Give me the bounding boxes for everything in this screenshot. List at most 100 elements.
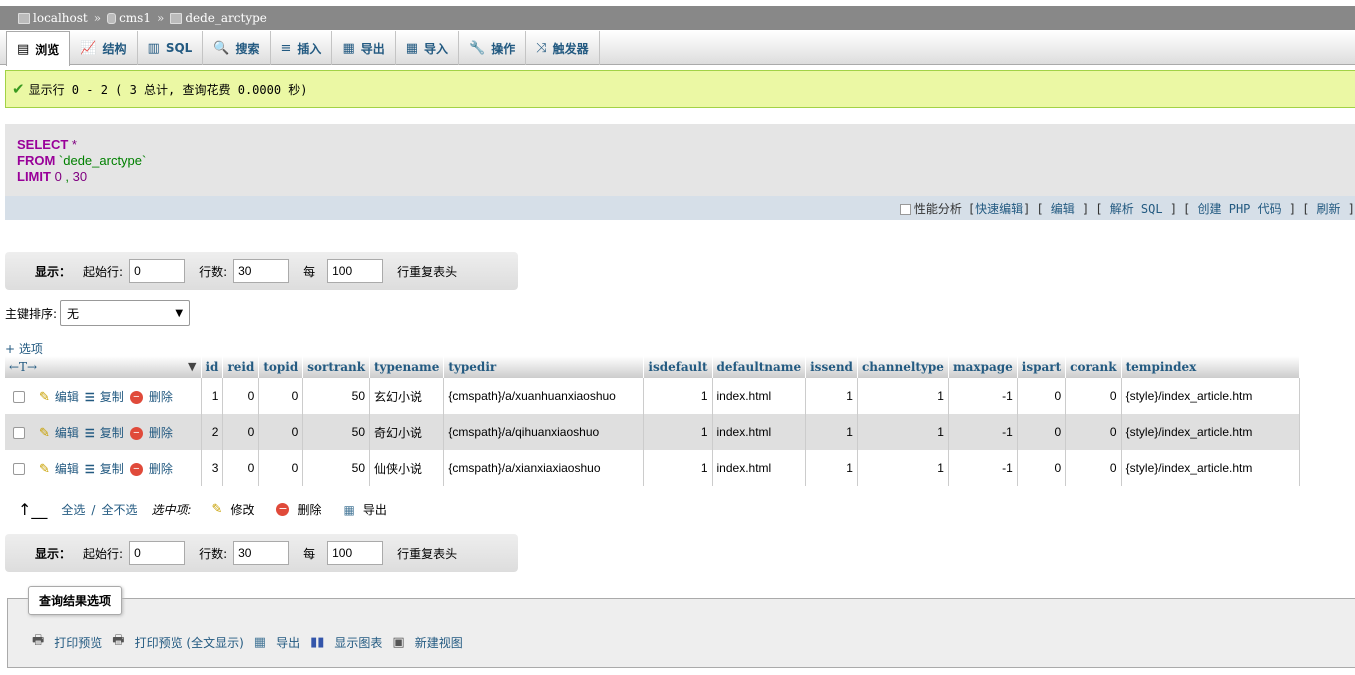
create-view-link[interactable]: ▣ 新建视图 — [392, 634, 462, 651]
table-cell-sortrank[interactable]: 50 — [302, 450, 371, 486]
table-cell-topid[interactable]: 0 — [258, 378, 304, 414]
export-link[interactable]: ▦ 导出 — [254, 634, 300, 651]
table-cell-ispart[interactable]: 0 — [1017, 450, 1067, 486]
table-cell-corank[interactable]: 0 — [1065, 378, 1122, 414]
table-cell-channeltype[interactable]: 1 — [857, 414, 949, 450]
table-cell-isdefault[interactable]: 1 — [643, 414, 713, 450]
table-row[interactable]: ✎ 编辑 ☰ 复制 − 删除 1 0 0 50 玄幻小说 {cmspath}/a/xuanhuanxi… — [5, 378, 1300, 414]
column-header[interactable]: tempindex — [1121, 356, 1300, 378]
table-cell-typename[interactable]: 玄幻小说 — [369, 378, 445, 414]
tab-triggers[interactable]: ⤨ 触发器 — [526, 31, 600, 65]
table-cell-issend[interactable]: 1 — [805, 450, 858, 486]
column-header[interactable]: topid — [258, 356, 304, 378]
profiling-checkbox[interactable]: 性能分析 — [899, 200, 962, 217]
print-view-link[interactable]: 🖶 打印预览 — [32, 631, 102, 653]
column-header[interactable]: defaultname — [712, 356, 807, 378]
table-cell-id[interactable]: 1 — [201, 378, 224, 414]
edit-link[interactable]: [ 编辑 ] — [1036, 200, 1089, 217]
table-cell-typedir[interactable]: {cmspath}/a/xuanhuanxiaoshuo — [443, 378, 645, 414]
table-cell-maxpage[interactable]: -1 — [948, 450, 1018, 486]
tab-insert[interactable]: ≡ 插入 — [271, 31, 333, 65]
delete-row-link[interactable]: 删除 — [149, 462, 173, 476]
table-cell-maxpage[interactable]: -1 — [948, 378, 1018, 414]
table-cell-isdefault[interactable]: 1 — [643, 378, 713, 414]
breadcrumb-table[interactable]: dede_arctype — [170, 11, 267, 25]
bulk-export-button[interactable]: ▦ 导出 — [343, 501, 386, 518]
copy-row-link[interactable]: 复制 — [100, 462, 124, 476]
copy-row-link[interactable]: 复制 — [100, 390, 124, 404]
table-row[interactable]: ✎ 编辑 ☰ 复制 − 删除 2 0 0 50 奇幻小说 {cmspath}/a/qihuanxiao… — [5, 414, 1300, 450]
column-resize-icon[interactable]: ←T→ — [9, 360, 37, 374]
copy-icon[interactable]: ☰ — [85, 428, 95, 440]
table-cell-typename[interactable]: 奇幻小说 — [369, 414, 445, 450]
display-chart-link[interactable]: ▮▮ 显示图表 — [310, 634, 382, 651]
row-count-input[interactable] — [233, 259, 290, 283]
table-cell-defaultname[interactable]: index.html — [712, 414, 807, 450]
tab-export[interactable]: ▦ 导出 — [332, 31, 396, 65]
breadcrumb-server[interactable]: localhost — [18, 11, 88, 25]
table-cell-sortrank[interactable]: 50 — [302, 378, 371, 414]
tab-search[interactable]: 🔍 搜索 — [203, 31, 271, 65]
table-cell-corank[interactable]: 0 — [1065, 414, 1122, 450]
table-cell-sortrank[interactable]: 50 — [302, 414, 371, 450]
sort-select[interactable]: 无 ▼ — [60, 300, 191, 326]
column-header[interactable]: issend — [805, 356, 858, 378]
table-cell-maxpage[interactable]: -1 — [948, 414, 1018, 450]
repeat-header-input[interactable] — [327, 259, 384, 283]
start-row-input[interactable] — [129, 541, 186, 565]
table-cell-id[interactable]: 2 — [201, 414, 224, 450]
table-cell-ispart[interactable]: 0 — [1017, 378, 1067, 414]
column-header[interactable]: reid — [222, 356, 260, 378]
inline-edit-link[interactable]: [快速编辑] — [968, 200, 1030, 217]
column-header[interactable]: sortrank — [302, 356, 371, 378]
table-cell-channeltype[interactable]: 1 — [857, 450, 949, 486]
sql-code[interactable]: SELECT * FROM `dede_arctype` LIMIT 0 , 3… — [5, 124, 1355, 198]
table-cell-defaultname[interactable]: index.html — [712, 378, 807, 414]
table-cell-reid[interactable]: 0 — [222, 450, 260, 486]
table-cell-typedir[interactable]: {cmspath}/a/xianxiaxiaoshuo — [443, 450, 645, 486]
row-checkbox[interactable] — [13, 427, 25, 440]
column-header[interactable]: channeltype — [857, 356, 949, 378]
copy-row-link[interactable]: 复制 — [100, 426, 124, 440]
copy-icon[interactable]: ☰ — [85, 392, 95, 404]
explain-sql-link[interactable]: [ 解析 SQL ] — [1095, 200, 1177, 217]
bulk-delete-button[interactable]: − 删除 — [276, 501, 321, 518]
refresh-link[interactable]: [ 刷新 ] — [1302, 200, 1355, 217]
column-header[interactable]: typedir — [443, 356, 645, 378]
delete-icon[interactable]: − — [129, 390, 143, 404]
checkbox-icon[interactable] — [899, 203, 911, 215]
column-header[interactable]: id — [201, 356, 224, 378]
delete-icon[interactable]: − — [129, 462, 143, 476]
unselect-all-link[interactable]: 全不选 — [101, 501, 137, 518]
column-header[interactable]: ispart — [1017, 356, 1067, 378]
table-row[interactable]: ✎ 编辑 ☰ 复制 − 删除 3 0 0 50 仙侠小说 {cmspath}/a/xianxiaxia… — [5, 450, 1300, 486]
column-header[interactable]: isdefault — [643, 356, 713, 378]
edit-row-link[interactable]: 编辑 — [55, 426, 79, 440]
row-checkbox[interactable] — [13, 391, 25, 404]
delete-row-link[interactable]: 删除 — [149, 426, 173, 440]
table-cell-ispart[interactable]: 0 — [1017, 414, 1067, 450]
table-cell-typedir[interactable]: {cmspath}/a/qihuanxiaoshuo — [443, 414, 645, 450]
column-header[interactable]: maxpage — [948, 356, 1018, 378]
table-cell-tempindex[interactable]: {style}/index_article.htm — [1121, 378, 1300, 414]
table-cell-isdefault[interactable]: 1 — [643, 450, 713, 486]
column-header[interactable]: corank — [1065, 356, 1122, 378]
copy-icon[interactable]: ☰ — [85, 464, 95, 476]
table-cell-reid[interactable]: 0 — [222, 378, 260, 414]
table-cell-tempindex[interactable]: {style}/index_article.htm — [1121, 414, 1300, 450]
tab-import[interactable]: ▦ 导入 — [396, 31, 460, 65]
row-checkbox[interactable] — [13, 463, 25, 476]
table-cell-channeltype[interactable]: 1 — [857, 378, 949, 414]
table-cell-id[interactable]: 3 — [201, 450, 224, 486]
tab-operations[interactable]: 🔧 操作 — [459, 31, 527, 65]
bulk-change-button[interactable]: ✎ 修改 — [212, 501, 255, 518]
tab-sql[interactable]: ▥ SQL — [138, 31, 204, 65]
table-cell-topid[interactable]: 0 — [258, 414, 304, 450]
column-header[interactable]: typename — [369, 356, 445, 378]
column-visibility-icon[interactable]: ▼ — [188, 360, 196, 373]
edit-row-link[interactable]: 编辑 — [55, 390, 79, 404]
row-count-input[interactable] — [233, 541, 290, 565]
table-cell-tempindex[interactable]: {style}/index_article.htm — [1121, 450, 1300, 486]
table-cell-defaultname[interactable]: index.html — [712, 450, 807, 486]
table-cell-issend[interactable]: 1 — [805, 414, 858, 450]
